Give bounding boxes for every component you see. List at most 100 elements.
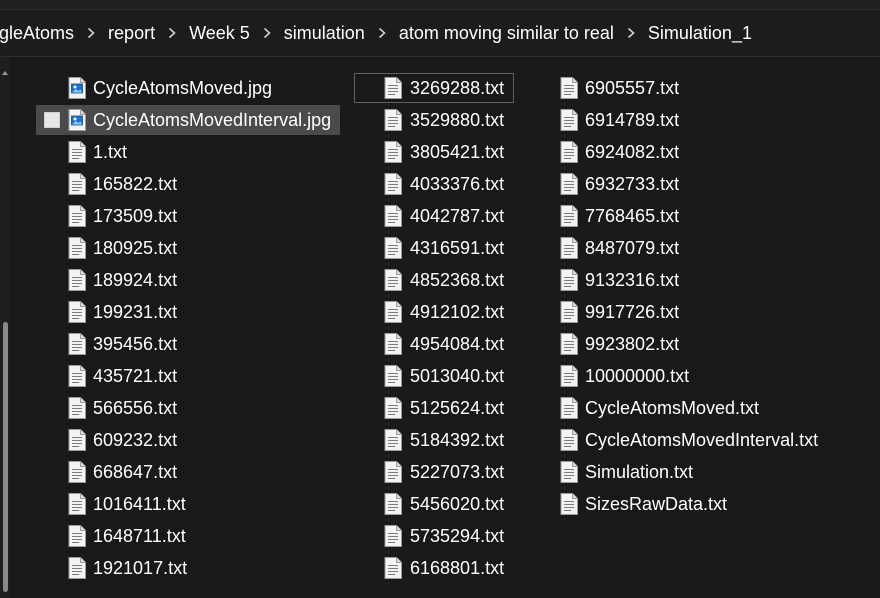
- breadcrumb-item[interactable]: gleAtoms: [0, 23, 78, 44]
- file-item[interactable]: 9917726.txt: [528, 297, 828, 327]
- chevron-right-icon[interactable]: [369, 23, 395, 43]
- file-item[interactable]: 180925.txt: [36, 233, 340, 263]
- text-document-icon: [384, 269, 402, 291]
- file-item[interactable]: 6905557.txt: [528, 73, 828, 103]
- file-column-2: 3269288.txt 3529880.txt 3805421.txt 4033376…: [354, 73, 514, 585]
- file-name: 173509.txt: [93, 206, 178, 226]
- text-document-icon: [68, 493, 86, 515]
- text-document-icon: [560, 461, 578, 483]
- file-item[interactable]: 4042787.txt: [354, 201, 514, 231]
- file-name: Simulation.txt: [585, 462, 694, 482]
- file-name: 4954084.txt: [410, 334, 505, 354]
- scroll-up-arrow-icon[interactable]: [2, 71, 8, 75]
- file-name: 668647.txt: [93, 462, 178, 482]
- file-name: 1921017.txt: [93, 558, 188, 578]
- text-document-icon: [384, 333, 402, 355]
- file-item[interactable]: 668647.txt: [36, 457, 340, 487]
- file-name: 180925.txt: [93, 238, 178, 258]
- image-file-icon: [68, 109, 86, 131]
- text-document-icon: [560, 77, 578, 99]
- file-item[interactable]: 435721.txt: [36, 361, 340, 391]
- text-document-icon: [560, 269, 578, 291]
- file-item[interactable]: 1648711.txt: [36, 521, 340, 551]
- file-name: 5125624.txt: [410, 398, 505, 418]
- file-name: 189924.txt: [93, 270, 178, 290]
- file-name: 4316591.txt: [410, 238, 505, 258]
- file-item[interactable]: 9132316.txt: [528, 265, 828, 295]
- chevron-right-icon[interactable]: [159, 23, 185, 43]
- file-item[interactable]: 5227073.txt: [354, 457, 514, 487]
- file-item[interactable]: 609232.txt: [36, 425, 340, 455]
- file-item[interactable]: 4316591.txt: [354, 233, 514, 263]
- file-item[interactable]: CycleAtomsMoved.txt: [528, 393, 828, 423]
- file-name: 5013040.txt: [410, 366, 505, 386]
- breadcrumb-item[interactable]: Simulation_1: [644, 23, 756, 44]
- file-name: 4042787.txt: [410, 206, 505, 226]
- file-item[interactable]: 189924.txt: [36, 265, 340, 295]
- file-item[interactable]: 6924082.txt: [528, 137, 828, 167]
- file-item[interactable]: 5125624.txt: [354, 393, 514, 423]
- file-item[interactable]: 3269288.txt: [354, 73, 514, 103]
- file-name: 4852368.txt: [410, 270, 505, 290]
- file-item[interactable]: 199231.txt: [36, 297, 340, 327]
- breadcrumb-item[interactable]: report: [104, 23, 159, 44]
- text-document-icon: [384, 77, 402, 99]
- file-item[interactable]: 1.txt: [36, 137, 340, 167]
- text-document-icon: [560, 173, 578, 195]
- select-checkbox[interactable]: [44, 112, 60, 128]
- file-name: 1016411.txt: [93, 494, 186, 514]
- file-item[interactable]: 5184392.txt: [354, 425, 514, 455]
- file-item[interactable]: 395456.txt: [36, 329, 340, 359]
- file-item[interactable]: CycleAtomsMovedInterval.txt: [528, 425, 828, 455]
- file-item[interactable]: 9923802.txt: [528, 329, 828, 359]
- text-document-icon: [68, 205, 86, 227]
- file-item[interactable]: 1016411.txt: [36, 489, 340, 519]
- file-name: 609232.txt: [93, 430, 178, 450]
- file-item[interactable]: Simulation.txt: [528, 457, 828, 487]
- file-item[interactable]: SizesRawData.txt: [528, 489, 828, 519]
- file-item[interactable]: 5735294.txt: [354, 521, 514, 551]
- scrollbar-thumb[interactable]: [3, 322, 8, 592]
- text-document-icon: [384, 141, 402, 163]
- file-item[interactable]: 4033376.txt: [354, 169, 514, 199]
- file-name: 435721.txt: [93, 366, 178, 386]
- file-name: 1.txt: [93, 142, 128, 162]
- text-document-icon: [68, 269, 86, 291]
- file-item[interactable]: 3529880.txt: [354, 105, 514, 135]
- file-item[interactable]: 6168801.txt: [354, 553, 514, 583]
- file-item[interactable]: 5456020.txt: [354, 489, 514, 519]
- text-document-icon: [384, 237, 402, 259]
- breadcrumb-item[interactable]: Week 5: [185, 23, 254, 44]
- vertical-scrollbar[interactable]: [0, 57, 10, 598]
- file-item[interactable]: 4852368.txt: [354, 265, 514, 295]
- text-document-icon: [384, 205, 402, 227]
- file-name: 1648711.txt: [93, 526, 186, 546]
- file-item[interactable]: 165822.txt: [36, 169, 340, 199]
- chevron-right-icon[interactable]: [78, 23, 104, 43]
- file-item[interactable]: CycleAtomsMovedInterval.jpg: [36, 105, 340, 135]
- text-document-icon: [384, 493, 402, 515]
- window-top-strip: [0, 0, 880, 10]
- file-item[interactable]: 4912102.txt: [354, 297, 514, 327]
- file-item[interactable]: 173509.txt: [36, 201, 340, 231]
- breadcrumb-item[interactable]: simulation: [280, 23, 369, 44]
- file-item[interactable]: 566556.txt: [36, 393, 340, 423]
- text-document-icon: [384, 173, 402, 195]
- file-name: CycleAtomsMoved.txt: [585, 398, 760, 418]
- file-item[interactable]: 3805421.txt: [354, 137, 514, 167]
- file-item[interactable]: 10000000.txt: [528, 361, 828, 391]
- file-item[interactable]: 6932733.txt: [528, 169, 828, 199]
- file-item[interactable]: 1921017.txt: [36, 553, 340, 583]
- file-item[interactable]: 5013040.txt: [354, 361, 514, 391]
- file-item[interactable]: 8487079.txt: [528, 233, 828, 263]
- breadcrumb-item[interactable]: atom moving similar to real: [395, 23, 618, 44]
- chevron-right-icon[interactable]: [254, 23, 280, 43]
- file-item[interactable]: 7768465.txt: [528, 201, 828, 231]
- file-item[interactable]: CycleAtomsMoved.jpg: [36, 73, 340, 103]
- text-document-icon: [560, 141, 578, 163]
- file-item[interactable]: 6914789.txt: [528, 105, 828, 135]
- file-name: 4912102.txt: [410, 302, 505, 322]
- chevron-right-icon[interactable]: [618, 23, 644, 43]
- file-item[interactable]: 4954084.txt: [354, 329, 514, 359]
- file-name: CycleAtomsMovedInterval.jpg: [93, 110, 332, 130]
